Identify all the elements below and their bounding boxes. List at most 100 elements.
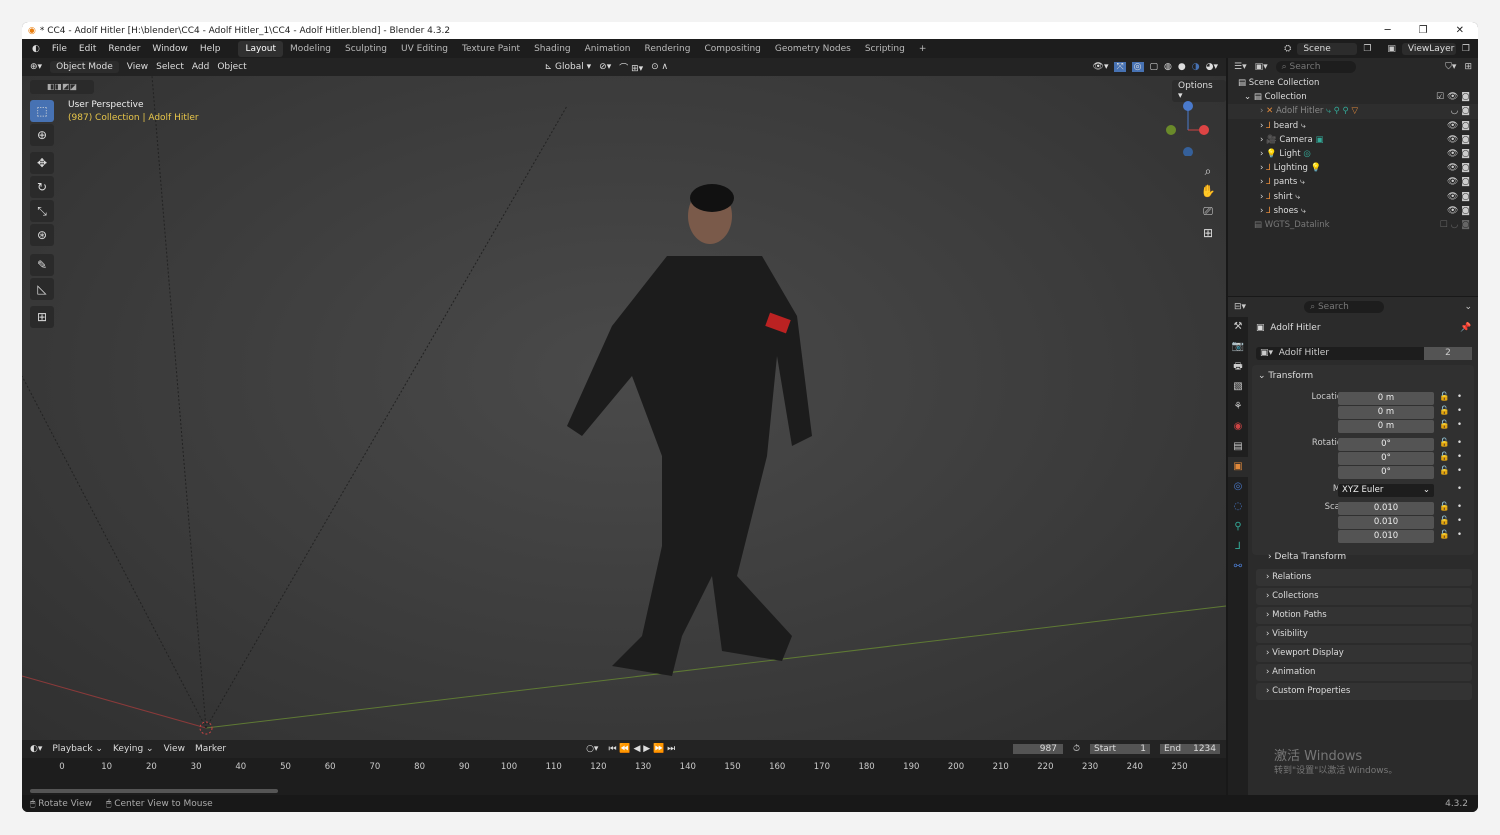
tab-animation[interactable]: Animation (578, 41, 638, 57)
pivot-icon[interactable]: ⊘▾ (599, 62, 611, 72)
new-scene-icon[interactable]: ❐ (1363, 44, 1371, 54)
measure-tool-icon[interactable]: ◺ (30, 278, 54, 300)
transform-panel-header[interactable]: ⌄ Transform (1258, 371, 1313, 381)
outliner-scene-collection[interactable]: ▤ Scene Collection (1228, 76, 1478, 90)
outliner-editor-icon[interactable]: ☰▾ (1234, 62, 1247, 72)
tab-scripting[interactable]: Scripting (858, 41, 912, 57)
outliner-item[interactable]: › 💡 Light ◎ 👁 ◙ (1228, 147, 1478, 161)
menu-window[interactable]: Window (146, 42, 194, 56)
camera-view-icon[interactable]: ⎚ (1196, 200, 1220, 222)
select-box-tool-icon[interactable]: ⬚ (30, 100, 54, 122)
rendered-shading-icon[interactable]: ◕▾ (1206, 62, 1218, 72)
bone-tab-icon[interactable]: ⚯ (1228, 557, 1248, 577)
constraint-tab-icon[interactable]: ⚲ (1228, 517, 1248, 537)
collection-visibility-icons[interactable]: ☑ 👁 ◙ (1436, 92, 1470, 102)
tab-uv-editing[interactable]: UV Editing (394, 41, 455, 57)
snap-icon[interactable]: ⌒ ⊞▾ (619, 61, 643, 74)
view-layer-icon[interactable]: ▣ (1387, 44, 1396, 54)
overlay-toggle-icon[interactable]: ◎ (1131, 62, 1144, 72)
xray-icon[interactable]: ▢ (1150, 62, 1159, 72)
tab-shading[interactable]: Shading (527, 41, 578, 57)
viewport-menu-view[interactable]: View (127, 62, 148, 72)
item-visibility-icons[interactable]: 👁 ◙ (1447, 177, 1470, 187)
menu-file[interactable]: File (46, 42, 73, 56)
minimize-button[interactable]: ─ (1385, 25, 1391, 36)
item-visibility-icons[interactable]: 👁 ◙ (1447, 163, 1470, 173)
object-tab-icon[interactable]: ▣ (1228, 457, 1248, 477)
animation-panel[interactable]: › Animation (1256, 664, 1472, 681)
item-visibility-icons[interactable]: 👁 ◙ (1447, 206, 1470, 216)
lock-icon[interactable]: 🔓 (1439, 516, 1450, 526)
outliner-item[interactable]: › ⅃ shoes ⤷ 👁 ◙ (1228, 204, 1478, 218)
outliner-collection[interactable]: ⌄ ▤ Collection ☑ 👁 ◙ (1228, 90, 1478, 104)
lock-icon[interactable]: 🔓 (1439, 530, 1450, 540)
outliner-search-input[interactable]: ⌕ Search (1275, 61, 1356, 73)
solid-shading-icon[interactable]: ● (1178, 62, 1186, 72)
view-layer-selector[interactable]: ViewLayer (1401, 42, 1456, 55)
scene-icon[interactable]: ⛭ (1284, 44, 1291, 54)
tab-rendering[interactable]: Rendering (638, 41, 698, 57)
visibility-icon[interactable]: 👁▾ (1093, 62, 1109, 72)
lock-icon[interactable]: 🔓 (1439, 452, 1450, 462)
keyframe-dot[interactable]: • (1457, 516, 1462, 526)
add-workspace-button[interactable]: + (912, 41, 934, 57)
scene-tab-icon[interactable]: ⚘ (1228, 397, 1248, 417)
menu-help[interactable]: Help (194, 42, 227, 56)
selection-mode-buttons[interactable]: ◧◨◩◪ (30, 80, 94, 94)
physics-tab-icon[interactable]: ◌ (1228, 497, 1248, 517)
relations-panel[interactable]: › Relations (1256, 569, 1472, 586)
maximize-button[interactable]: ❐ (1419, 25, 1428, 36)
tab-texture-paint[interactable]: Texture Paint (455, 41, 527, 57)
keyframe-dot[interactable]: • (1457, 502, 1462, 512)
view-layer-tab-icon[interactable]: ▧ (1228, 377, 1248, 397)
keyframe-dot[interactable]: • (1457, 452, 1462, 462)
navigation-gizmo[interactable] (1162, 96, 1212, 156)
location-y-field[interactable]: 0 m (1338, 406, 1434, 419)
rotation-x-field[interactable]: 0° (1338, 438, 1434, 451)
scale-z-field[interactable]: 0.010 (1338, 530, 1434, 543)
close-button[interactable]: ✕ (1456, 25, 1464, 36)
lock-icon[interactable]: 🔓 (1439, 502, 1450, 512)
keyframe-dot[interactable]: • (1457, 406, 1462, 416)
display-mode-icon[interactable]: ▣▾ (1255, 62, 1268, 72)
data-tab-icon[interactable]: ⅃ (1228, 537, 1248, 557)
menu-render[interactable]: Render (102, 42, 146, 56)
scale-x-field[interactable]: 0.010 (1338, 502, 1434, 515)
properties-options-icon[interactable]: ⌄ (1464, 302, 1472, 312)
collections-panel[interactable]: › Collections (1256, 588, 1472, 605)
scene-selector[interactable]: Scene (1297, 42, 1358, 55)
material-shading-icon[interactable]: ◑ (1192, 62, 1200, 72)
rotation-z-field[interactable]: 0° (1338, 466, 1434, 479)
blender-menu-icon[interactable]: ◐ (26, 44, 46, 54)
keyframe-dot[interactable]: • (1457, 466, 1462, 476)
delta-transform-subpanel[interactable]: › Delta Transform (1268, 552, 1346, 562)
pin-icon[interactable]: 📌 (1460, 323, 1471, 333)
item-visibility-icons[interactable]: ☐ ◡ ◙ (1440, 220, 1470, 230)
world-tab-icon[interactable]: ◉ (1228, 417, 1248, 437)
rotation-mode-select[interactable]: XYZ Euler ⌄ (1338, 484, 1434, 497)
move-tool-icon[interactable]: ✥ (30, 152, 54, 174)
item-visibility-icons[interactable]: 👁 ◙ (1447, 149, 1470, 159)
pan-view-icon[interactable]: ✋ (1196, 180, 1220, 202)
scale-tool-icon[interactable]: ⤡ (30, 200, 54, 222)
outliner-item[interactable]: › ⅃ shirt ⤷ 👁 ◙ (1228, 190, 1478, 204)
outliner-item[interactable]: › ⅃ Lighting 💡 👁 ◙ (1228, 161, 1478, 175)
wireframe-shading-icon[interactable]: ◍ (1164, 62, 1172, 72)
outliner-item[interactable]: › ✕ Adolf Hitler ⤷ ⚲ ⚲ ▽ ◡ ◙ (1228, 104, 1478, 119)
tab-sculpting[interactable]: Sculpting (338, 41, 394, 57)
output-tab-icon[interactable]: 🖶 (1228, 357, 1248, 377)
timeline-scrollbar[interactable] (30, 789, 278, 793)
viewport-display-panel[interactable]: › Viewport Display (1256, 645, 1472, 662)
transform-tool-icon[interactable]: ⊛ (30, 224, 54, 246)
keyframe-dot[interactable]: • (1457, 484, 1462, 494)
tab-layout[interactable]: Layout (238, 40, 284, 57)
keyframe-dot[interactable]: • (1457, 530, 1462, 540)
lock-icon[interactable]: 🔓 (1439, 406, 1450, 416)
item-visibility-icons[interactable]: 👁 ◙ (1447, 121, 1470, 131)
item-visibility-icons[interactable]: 👁 ◙ (1447, 192, 1470, 202)
user-count[interactable]: 2 (1424, 347, 1472, 360)
collection-tab-icon[interactable]: ▤ (1228, 437, 1248, 457)
properties-editor-icon[interactable]: ⊟▾ (1234, 302, 1246, 312)
viewport-menu-add[interactable]: Add (192, 62, 209, 72)
lock-icon[interactable]: 🔓 (1439, 438, 1450, 448)
